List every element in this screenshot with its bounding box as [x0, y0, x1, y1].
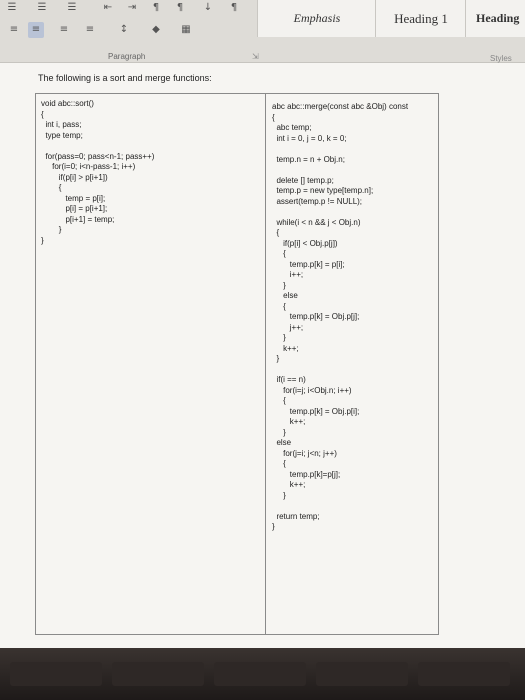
- bullets-icon[interactable]: ☰: [4, 0, 20, 16]
- line-spacing-icon[interactable]: ↕: [116, 22, 132, 38]
- styles-group-label: Styles: [490, 54, 512, 63]
- ltr-icon[interactable]: ¶: [172, 0, 188, 16]
- document-page[interactable]: The following is a sort and merge functi…: [0, 63, 525, 663]
- code-table[interactable]: void abc::sort() { int i, pass; type tem…: [35, 93, 439, 635]
- show-marks-icon[interactable]: ¶: [226, 0, 242, 16]
- sort-function-code[interactable]: void abc::sort() { int i, pass; type tem…: [41, 99, 154, 246]
- paragraph-dialog-launcher-icon[interactable]: ⇲: [252, 52, 259, 61]
- bezel-region: [418, 662, 510, 686]
- bezel-region: [316, 662, 408, 686]
- screen-bezel: [0, 648, 525, 700]
- rtl-icon[interactable]: ¶: [148, 0, 164, 16]
- style-emphasis[interactable]: Emphasis: [257, 0, 376, 37]
- toolbar-row-2: ≡ ≡ ≡ ≡ ↕ ◆ ▦: [0, 22, 250, 42]
- bezel-region: [112, 662, 204, 686]
- ribbon: ☰ ☰ ☰ ⇤ ⇥ ¶ ¶ ↓ ¶ ≡ ≡ ≡ ≡ ↕ ◆ ▦ Emphasis…: [0, 0, 525, 63]
- increase-indent-icon[interactable]: ⇥: [124, 0, 140, 16]
- decrease-indent-icon[interactable]: ⇤: [100, 0, 116, 16]
- bezel-region: [10, 662, 102, 686]
- shading-icon[interactable]: ◆: [148, 22, 164, 38]
- bezel-region: [214, 662, 306, 686]
- paragraph-group-label: Paragraph: [108, 52, 146, 61]
- numbering-icon[interactable]: ☰: [34, 0, 50, 16]
- toolbar-row-1: ☰ ☰ ☰ ⇤ ⇥ ¶ ¶ ↓ ¶: [0, 0, 250, 16]
- justify-icon[interactable]: ≡: [82, 22, 98, 38]
- align-center-icon[interactable]: ≡: [28, 22, 44, 38]
- table-divider: [265, 94, 266, 634]
- align-left-icon[interactable]: ≡: [6, 22, 22, 38]
- align-right-icon[interactable]: ≡: [56, 22, 72, 38]
- merge-function-code[interactable]: abc abc::merge(const abc &Obj) const { a…: [272, 102, 408, 533]
- borders-icon[interactable]: ▦: [178, 22, 194, 38]
- multilevel-list-icon[interactable]: ☰: [64, 0, 80, 16]
- style-heading[interactable]: Heading: [465, 0, 525, 37]
- style-heading-1[interactable]: Heading 1: [375, 0, 466, 37]
- sort-icon[interactable]: ↓: [200, 0, 216, 16]
- intro-text: The following is a sort and merge functi…: [38, 73, 212, 83]
